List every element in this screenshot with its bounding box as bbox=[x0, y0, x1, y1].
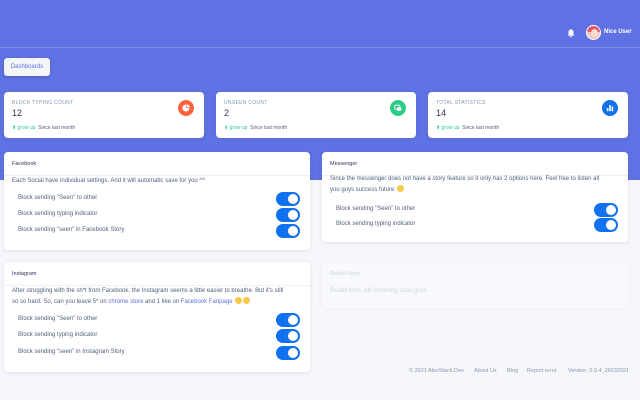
option-label: Block sending "Seen" to other bbox=[336, 206, 416, 212]
stat-title: BLOCK TYPING COUNT bbox=[12, 100, 74, 106]
dashboards-button[interactable]: Dashboards bbox=[4, 58, 50, 76]
toggle-switch[interactable] bbox=[276, 329, 300, 343]
toggle-switch[interactable] bbox=[276, 346, 300, 360]
footer-copyright: © 2021 AlexStack.Dev bbox=[409, 368, 464, 374]
username[interactable]: Nice User bbox=[604, 29, 632, 35]
footer-version: Version: 0.0.4_26032021 bbox=[568, 368, 630, 374]
card-description: Since the messenger does not have a stor… bbox=[330, 176, 600, 193]
grin-emoji-icon bbox=[397, 185, 405, 192]
option-row: Block sending "Seen" to other bbox=[12, 192, 300, 206]
grin-emoji-icon bbox=[235, 297, 243, 304]
bell-icon[interactable] bbox=[566, 28, 576, 38]
card-title: Messenger bbox=[322, 152, 628, 176]
facebook-fanpage-link[interactable]: Facebook Fanpage bbox=[181, 299, 233, 305]
toggle-switch[interactable] bbox=[594, 203, 618, 217]
footer-report-link[interactable]: Report error bbox=[527, 368, 557, 374]
option-row: Block sending "seen" in Instagram Story bbox=[12, 346, 300, 360]
option-label: Block sending "seen" in Facebook Story bbox=[18, 227, 125, 233]
chrome-store-link[interactable]: chrome store bbox=[108, 299, 143, 305]
bar-chart-icon bbox=[602, 100, 618, 116]
messenger-card: Messenger Since the messenger does not h… bbox=[322, 152, 628, 242]
facebook-card: Facebook Each Social have individual set… bbox=[4, 152, 310, 250]
toggle-switch[interactable] bbox=[276, 224, 300, 238]
option-row: Block sending "Seen" to other bbox=[330, 203, 618, 217]
stat-footer: ⬆ grow up Since last month bbox=[12, 125, 76, 131]
stat-value: 14 bbox=[436, 108, 447, 118]
toggle-switch[interactable] bbox=[276, 192, 300, 206]
stat-footer: ⬆ grow up Since last month bbox=[224, 125, 288, 131]
card-description: Reddit tools will comming soon guys bbox=[330, 288, 427, 294]
toggle-switch[interactable] bbox=[276, 313, 300, 327]
toggle-switch[interactable] bbox=[594, 218, 618, 232]
option-label: Block sending typing indicator bbox=[18, 332, 98, 338]
option-row: Block sending "seen" in Facebook Story bbox=[12, 224, 300, 238]
card-title: Instagram bbox=[4, 262, 310, 286]
footer-blog-link[interactable]: Blog bbox=[507, 368, 518, 374]
option-label: Block sending typing indicator bbox=[336, 221, 416, 227]
card-description: After struggling with the sh*t from Face… bbox=[12, 288, 284, 305]
stat-title: UNSEEN COUNT bbox=[224, 100, 268, 106]
option-label: Block sending "seen" in Instagram Story bbox=[18, 349, 125, 355]
stat-card-block-typing: BLOCK TYPING COUNT 12 ⬆ grow up Since la… bbox=[4, 92, 204, 138]
top-navbar: Nice User bbox=[0, 0, 640, 48]
option-label: Block sending "Seen" to other bbox=[18, 195, 98, 201]
stat-value: 12 bbox=[12, 108, 23, 118]
stat-title: TOTAL STATISTICS bbox=[436, 100, 486, 106]
reddit-card: Reddit Soon Reddit tools will comming so… bbox=[322, 262, 628, 308]
stat-footer: ⬆ grow up Since last month bbox=[436, 125, 500, 131]
arrow-up-icon: ⬆ bbox=[12, 125, 17, 131]
option-row: Block sending "Seen" to other bbox=[12, 313, 300, 327]
option-label: Block sending "Seen" to other bbox=[18, 316, 98, 322]
eye-slash-icon bbox=[390, 100, 406, 116]
option-label: Block sending typing indicator bbox=[18, 211, 98, 217]
option-row: Block sending typing indicator bbox=[330, 218, 618, 232]
option-row: Block sending typing indicator bbox=[12, 329, 300, 343]
toggle-switch[interactable] bbox=[276, 208, 300, 222]
stat-value: 2 bbox=[224, 108, 230, 118]
option-row: Block sending typing indicator bbox=[12, 208, 300, 222]
stat-card-unseen: UNSEEN COUNT 2 ⬆ grow up Since last mont… bbox=[216, 92, 416, 138]
arrow-up-icon: ⬆ bbox=[436, 125, 441, 131]
card-title: Reddit Soon bbox=[322, 262, 628, 286]
pie-chart-icon bbox=[178, 100, 194, 116]
card-title: Facebook bbox=[4, 152, 310, 176]
arrow-up-icon: ⬆ bbox=[224, 125, 229, 131]
card-description: Each Social have individual settings. An… bbox=[12, 178, 206, 184]
footer-about-link[interactable]: About Us bbox=[474, 368, 497, 374]
grin-emoji-icon bbox=[243, 297, 251, 304]
instagram-card: Instagram After struggling with the sh*t… bbox=[4, 262, 310, 372]
stat-card-total: TOTAL STATISTICS 14 ⬆ grow up Since last… bbox=[428, 92, 628, 138]
avatar[interactable] bbox=[586, 25, 601, 40]
